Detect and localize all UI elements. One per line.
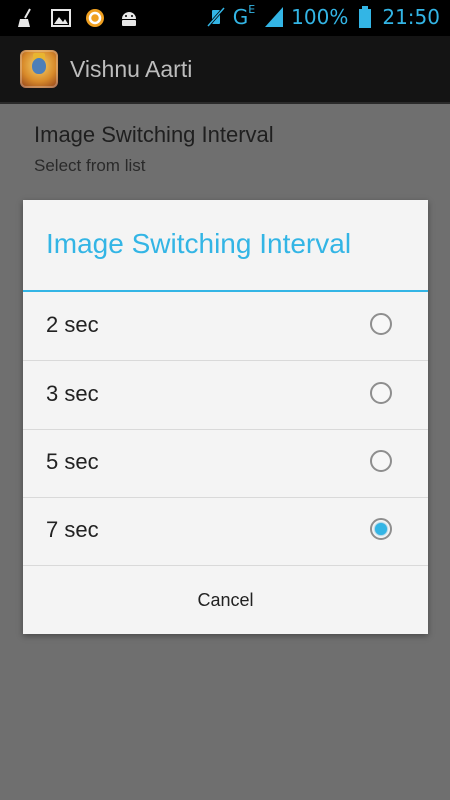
system-icons: GE 100% 21:50 bbox=[205, 3, 440, 29]
signal-icon bbox=[263, 6, 285, 28]
android-icon bbox=[118, 7, 140, 29]
vibrate-mute-icon bbox=[205, 6, 227, 28]
app-title: Vishnu Aarti bbox=[70, 56, 193, 82]
clock: 21:50 bbox=[382, 5, 440, 29]
radio-button[interactable] bbox=[370, 450, 392, 472]
notification-icons bbox=[16, 7, 140, 29]
image-icon bbox=[50, 7, 72, 29]
option-7-sec[interactable]: 7 sec bbox=[23, 497, 428, 566]
battery-icon bbox=[354, 6, 376, 28]
preference-title: Image Switching Interval bbox=[34, 122, 274, 147]
option-label: 2 sec bbox=[46, 312, 99, 337]
radio-button[interactable] bbox=[370, 382, 392, 404]
cancel-button[interactable]: Cancel bbox=[23, 566, 428, 634]
interval-dialog: Image Switching Interval 2 sec 3 sec 5 s… bbox=[23, 200, 428, 634]
broom-icon bbox=[16, 7, 38, 29]
option-5-sec[interactable]: 5 sec bbox=[23, 429, 428, 498]
preference-summary: Select from list bbox=[34, 156, 146, 175]
option-label: 3 sec bbox=[46, 381, 99, 406]
dialog-title: Image Switching Interval bbox=[46, 228, 352, 259]
radio-button[interactable] bbox=[370, 313, 392, 335]
network-type: GE bbox=[232, 3, 257, 29]
option-label: 5 sec bbox=[46, 449, 99, 474]
radio-button-selected[interactable] bbox=[370, 518, 392, 540]
option-2-sec[interactable]: 2 sec bbox=[23, 292, 428, 361]
battery-percent: 100% bbox=[291, 5, 349, 29]
circle-app-icon bbox=[84, 7, 106, 29]
option-label: 7 sec bbox=[46, 517, 99, 542]
status-bar: GE 100% 21:50 bbox=[0, 0, 450, 36]
action-bar: Vishnu Aarti bbox=[0, 36, 450, 104]
option-3-sec[interactable]: 3 sec bbox=[23, 361, 428, 430]
vishnu-app-icon[interactable] bbox=[20, 50, 58, 88]
